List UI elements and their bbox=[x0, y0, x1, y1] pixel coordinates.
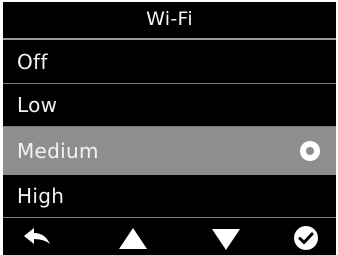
radio-selected-icon bbox=[300, 141, 320, 161]
back-button[interactable] bbox=[17, 220, 67, 255]
menu-item-label: Off bbox=[17, 50, 48, 74]
triangle-down-icon bbox=[212, 229, 240, 250]
page-title: Wi-Fi bbox=[146, 8, 193, 30]
check-circle-icon bbox=[294, 226, 318, 250]
menu-item-label: High bbox=[17, 184, 65, 208]
bottom-toolbar bbox=[3, 220, 336, 255]
menu-item-off[interactable]: Off bbox=[3, 41, 336, 84]
menu-item-medium[interactable]: Medium bbox=[3, 127, 336, 175]
divider bbox=[3, 217, 336, 218]
triangle-up-icon bbox=[119, 228, 147, 249]
up-button[interactable] bbox=[108, 220, 158, 255]
wifi-level-menu: Off Low Medium High bbox=[3, 41, 336, 218]
down-button[interactable] bbox=[201, 220, 251, 255]
menu-item-low[interactable]: Low bbox=[3, 84, 336, 127]
menu-item-high[interactable]: High bbox=[3, 175, 336, 218]
confirm-button[interactable] bbox=[281, 220, 331, 255]
back-arrow-icon bbox=[24, 228, 50, 244]
title-divider bbox=[3, 38, 336, 40]
wifi-settings-screen: Wi-Fi Off Low Medium High bbox=[3, 2, 336, 255]
menu-item-label: Medium bbox=[17, 139, 99, 163]
menu-item-label: Low bbox=[17, 93, 58, 117]
